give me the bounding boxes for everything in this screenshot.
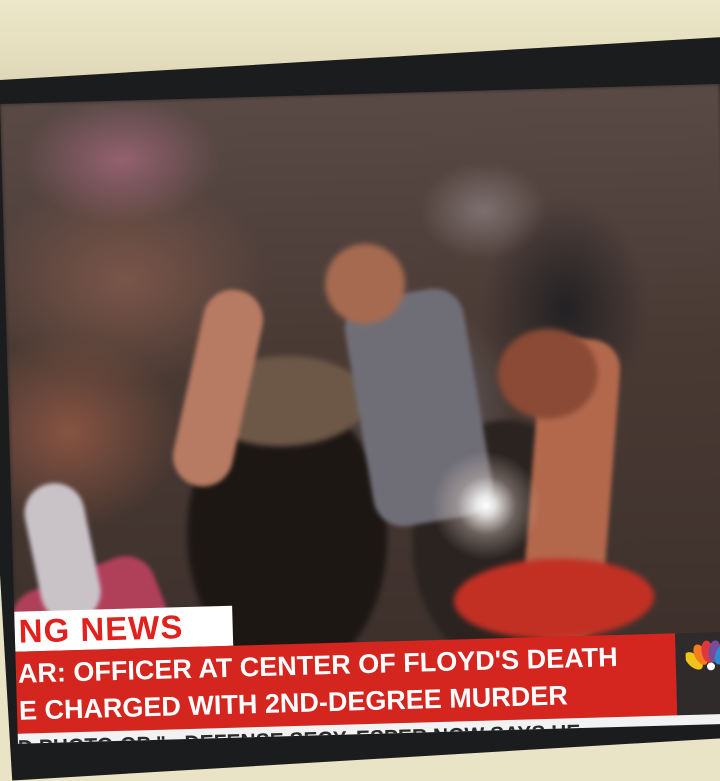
breaking-news-tab: NG NEWS	[14, 605, 234, 652]
tv-screen: NG NEWS AR: OFFICER AT CENTER OF FLOYD'S…	[0, 83, 720, 744]
news-lower-third: NG NEWS AR: OFFICER AT CENTER OF FLOYD'S…	[14, 592, 720, 744]
logo-box	[675, 631, 720, 716]
nbc-peacock-icon	[685, 640, 720, 671]
